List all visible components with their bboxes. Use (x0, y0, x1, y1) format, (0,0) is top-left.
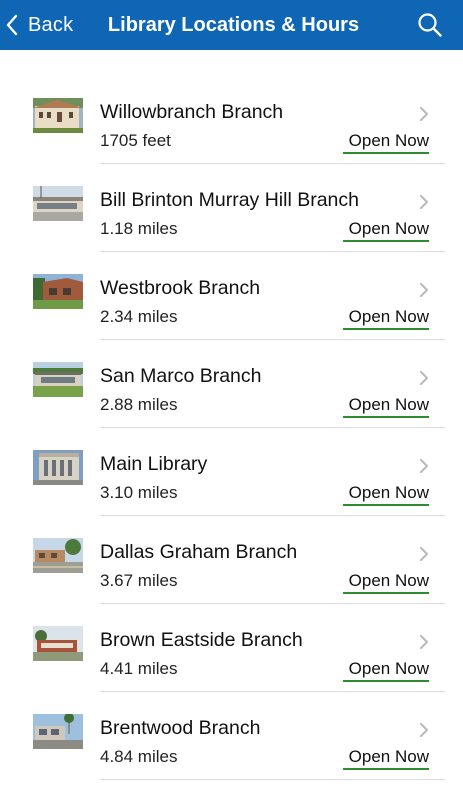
location-row[interactable]: Main Library 3.10 miles Open Now (0, 428, 463, 516)
location-row[interactable]: Dallas Graham Branch 3.67 miles Open Now (0, 516, 463, 604)
location-name: Westbrook Branch (100, 277, 261, 299)
branch-photo (33, 714, 83, 749)
chevron-right-icon (419, 458, 429, 474)
location-name: Bill Brinton Murray Hill Branch (100, 189, 359, 211)
chevron-right-icon (419, 106, 429, 122)
location-distance: 2.88 miles (100, 395, 178, 414)
search-icon (418, 13, 442, 37)
location-name: Willowbranch Branch (100, 101, 284, 123)
status-badge: Open Now (342, 307, 429, 330)
location-row[interactable]: Westbrook Branch 2.34 miles Open Now (0, 252, 463, 340)
branch-photo (33, 98, 83, 133)
location-row[interactable]: Willowbranch Branch 1705 feet Open Now (0, 76, 463, 164)
status-badge: Open Now (342, 395, 429, 418)
chevron-right-icon (419, 370, 429, 386)
branch-photo (33, 450, 83, 485)
branch-photo (33, 362, 83, 397)
status-badge: Open Now (342, 747, 429, 770)
status-badge: Open Now (342, 219, 429, 242)
location-distance: 3.67 miles (100, 571, 178, 590)
branch-photo (33, 626, 83, 661)
location-distance: 2.34 miles (100, 307, 178, 326)
nav-bar: Back Library Locations & Hours (0, 0, 463, 50)
chevron-right-icon (419, 546, 429, 562)
location-distance: 1.18 miles (100, 219, 178, 238)
status-badge: Open Now (342, 659, 429, 682)
chevron-right-icon (419, 194, 429, 210)
location-name: Dallas Graham Branch (100, 541, 298, 563)
chevron-right-icon (419, 634, 429, 650)
location-name: Brown Eastside Branch (100, 629, 303, 651)
location-distance: 3.10 miles (100, 483, 178, 502)
search-button[interactable] (417, 12, 443, 38)
branch-photo (33, 538, 83, 573)
branch-photo (33, 186, 83, 221)
status-badge: Open Now (342, 571, 429, 594)
location-distance: 1705 feet (100, 131, 171, 150)
location-row[interactable]: Bill Brinton Murray Hill Branch 1.18 mil… (0, 164, 463, 252)
location-distance: 4.84 miles (100, 747, 178, 766)
branch-photo (33, 274, 83, 309)
location-list: Willowbranch Branch 1705 feet Open Now B… (0, 76, 463, 780)
page-title: Library Locations & Hours (107, 14, 360, 36)
location-distance: 4.41 miles (100, 659, 178, 678)
location-row[interactable]: Brown Eastside Branch 4.41 miles Open No… (0, 604, 463, 692)
location-name: San Marco Branch (100, 365, 262, 387)
chevron-right-icon (419, 722, 429, 738)
location-name: Brentwood Branch (100, 717, 261, 739)
status-badge: Open Now (342, 483, 429, 506)
location-row[interactable]: Brentwood Branch 4.84 miles Open Now (0, 692, 463, 780)
location-name: Main Library (100, 453, 208, 475)
location-row[interactable]: San Marco Branch 2.88 miles Open Now (0, 340, 463, 428)
chevron-right-icon (419, 282, 429, 298)
status-badge: Open Now (342, 131, 429, 154)
